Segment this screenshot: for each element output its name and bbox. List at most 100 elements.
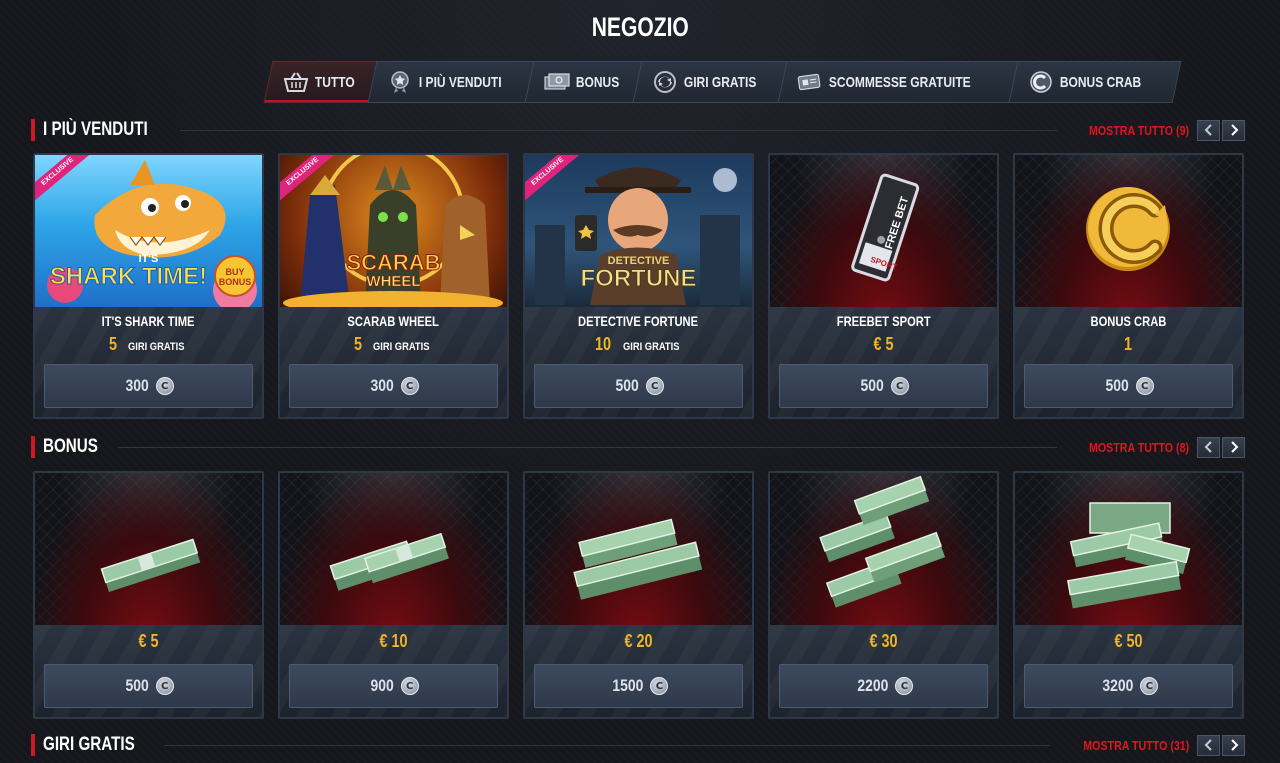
section-accent-bar	[31, 734, 35, 756]
coin-icon: C	[645, 377, 664, 395]
cash-thumbnail	[1015, 473, 1242, 625]
show-all-link[interactable]: MOSTRA TUTTO (31)	[1060, 738, 1189, 753]
next-button[interactable]	[1222, 436, 1245, 458]
category-tabs: TUTTO I PIÙ VENDUTI BONUS GIRI GRATIS SC…	[263, 61, 1182, 103]
prev-button[interactable]	[1197, 119, 1220, 141]
shop-card[interactable]: EXCLUSIVE IT'S SHARK TIME! BUY BONUS IT'…	[33, 153, 264, 419]
chevron-right-icon	[1230, 739, 1238, 751]
medal-icon	[387, 69, 413, 95]
item-reward: 5 GIRI GRATIS	[354, 334, 429, 354]
shop-card[interactable]: € 5 500 C	[33, 471, 264, 719]
buy-button[interactable]: 500 C	[44, 664, 253, 708]
item-name: BONUS CRAB	[1090, 313, 1167, 329]
buy-button[interactable]: 3200 C	[1024, 664, 1233, 708]
buy-button[interactable]: 500 C	[1024, 364, 1233, 408]
shop-card[interactable]: FREE BET SPORT FREEBET SPORT € 5 500 C	[768, 153, 999, 419]
show-all-link[interactable]: MOSTRA TUTTO (9)	[1067, 123, 1189, 138]
spin-icon	[652, 69, 678, 95]
cash-stack-icon	[329, 532, 449, 591]
tab-tutto[interactable]: TUTTO	[263, 61, 385, 103]
shop-card[interactable]: € 20 1500 C	[523, 471, 754, 719]
cash-thumbnail	[280, 473, 507, 625]
bonus-amount: € 5	[138, 631, 159, 651]
shop-card[interactable]: EXCLUSIVE SCARAB WHEEL SCARAB WHEEL 5 GI…	[278, 153, 509, 419]
buy-button[interactable]: 1500 C	[534, 664, 743, 708]
cash-thumbnail	[770, 473, 997, 625]
section-header-free-spins: GIRI GRATIS MOSTRA TUTTO (31)	[31, 732, 1245, 758]
tab-giri-gratis[interactable]: GIRI GRATIS	[632, 61, 795, 103]
prev-button[interactable]	[1197, 436, 1220, 458]
crab-coin-illustration	[1086, 187, 1170, 271]
ticket-icon	[797, 69, 823, 95]
shop-card[interactable]: € 30 2200 C	[768, 471, 999, 719]
game-thumbnail: EXCLUSIVE DETECTIVE FORTUNE	[525, 155, 752, 307]
section-header-bestsellers: I PIÙ VENDUTI MOSTRA TUTTO (9)	[31, 117, 1245, 143]
item-reward: € 5	[873, 334, 894, 354]
cash-stack-icon	[1067, 502, 1191, 609]
basket-icon	[283, 69, 309, 95]
tab-i-piu-venduti[interactable]: I PIÙ VENDUTI	[367, 61, 542, 103]
coin-icon: C	[890, 377, 909, 395]
shop-card[interactable]: BONUS CRAB 1 500 C	[1013, 153, 1244, 419]
bonus-amount: € 50	[1114, 631, 1143, 651]
chevron-left-icon	[1204, 441, 1212, 453]
item-reward: 10 GIRI GRATIS	[595, 334, 679, 354]
buy-button[interactable]: 500 C	[534, 364, 743, 408]
tab-bonus-crab[interactable]: BONUS CRAB	[1008, 61, 1182, 103]
coin-icon: C	[1140, 677, 1159, 695]
buy-button[interactable]: 500 C	[779, 364, 988, 408]
coin-icon: C	[400, 677, 419, 695]
coin-icon: C	[650, 677, 669, 695]
cash-stack-icon	[819, 475, 946, 608]
next-button[interactable]	[1222, 119, 1245, 141]
buy-button[interactable]: 2200 C	[779, 664, 988, 708]
show-all-link[interactable]: MOSTRA TUTTO (8)	[1067, 440, 1189, 455]
item-reward: 1	[1124, 334, 1133, 354]
coin-icon: C	[895, 677, 914, 695]
game-thumbnail: EXCLUSIVE SCARAB WHEEL	[280, 155, 507, 307]
bonus-amount: € 10	[379, 631, 408, 651]
cash-stack-icon	[573, 518, 703, 600]
tab-bonus[interactable]: BONUS	[524, 61, 650, 103]
next-button[interactable]	[1222, 734, 1245, 756]
divider	[163, 744, 1050, 746]
section-title: I PIÙ VENDUTI	[43, 119, 148, 140]
buy-button[interactable]: 300 C	[289, 364, 498, 408]
item-reward: 5 GIRI GRATIS	[109, 334, 184, 354]
tab-scommesse-gratuite[interactable]: SCOMMESSE GRATUITE	[777, 61, 1026, 103]
item-thumbnail: FREE BET SPORT	[770, 155, 997, 307]
chevron-left-icon	[1204, 739, 1212, 751]
crab-coin-icon	[1028, 69, 1054, 95]
cash-icon	[544, 69, 570, 95]
coin-icon: C	[400, 377, 419, 395]
bonus-amount: € 30	[869, 631, 898, 651]
shop-card[interactable]: € 50 3200 C	[1013, 471, 1244, 719]
chevron-right-icon	[1230, 441, 1238, 453]
free-bet-ticket-illustration	[851, 173, 920, 282]
divider	[179, 129, 1057, 131]
cash-thumbnail	[525, 473, 752, 625]
page-title: NEGOZIO	[591, 12, 689, 42]
section-accent-bar	[31, 436, 35, 458]
coin-icon: C	[1135, 377, 1154, 395]
item-name: FREEBET SPORT	[836, 313, 931, 329]
cash-thumbnail	[35, 473, 262, 625]
cash-stack-icon	[100, 538, 201, 592]
shop-card[interactable]: EXCLUSIVE DETECTIVE FORTUNE DETECTIVE FO…	[523, 153, 754, 419]
chevron-right-icon	[1230, 124, 1238, 136]
section-accent-bar	[31, 119, 35, 141]
buy-button[interactable]: 900 C	[289, 664, 498, 708]
section-title: GIRI GRATIS	[43, 734, 135, 755]
bonus-amount: € 20	[624, 631, 653, 651]
section-header-bonus: BONUS MOSTRA TUTTO (8)	[31, 434, 1245, 460]
buy-bonus-badge: BUY BONUS	[214, 255, 256, 297]
chevron-left-icon	[1204, 124, 1212, 136]
item-name: DETECTIVE FORTUNE	[578, 313, 699, 329]
coin-icon: C	[155, 377, 174, 395]
shop-card[interactable]: € 10 900 C	[278, 471, 509, 719]
section-title: BONUS	[43, 436, 98, 457]
prev-button[interactable]	[1197, 734, 1220, 756]
item-thumbnail	[1015, 155, 1242, 307]
item-name: IT'S SHARK TIME	[102, 313, 195, 329]
buy-button[interactable]: 300 C	[44, 364, 253, 408]
